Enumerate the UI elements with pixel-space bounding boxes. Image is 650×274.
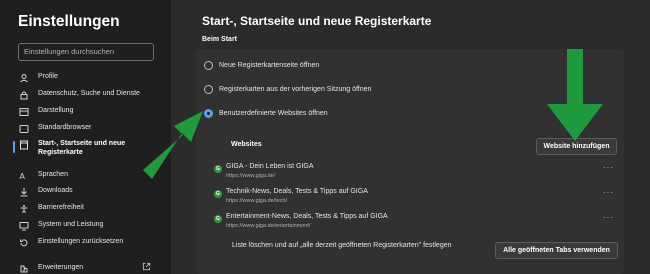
sidebar-item-label: Darstellung: [38, 107, 74, 114]
sidebar-item-privacy[interactable]: Datenschutz, Suche und Dienste: [18, 89, 140, 103]
sidebar-item-reset[interactable]: Einstellungen zurücksetzen: [18, 237, 123, 251]
sidebar-item-label: Barrierefreiheit: [38, 204, 84, 211]
site-url: https://www.giga.de/tech/: [226, 198, 288, 204]
sidebar-item-label: Datenschutz, Suche und Dienste: [38, 90, 140, 97]
websites-heading: Websites: [231, 141, 262, 148]
start-page-icon: [18, 139, 29, 150]
radio-button[interactable]: [204, 61, 213, 70]
option-label: Registerkarten aus der vorherigen Sitzun…: [219, 86, 372, 93]
site-title: Entertainment-News, Deals, Tests & Tipps…: [226, 213, 388, 220]
sidebar-item-label: System und Leistung: [38, 221, 104, 228]
more-options-icon[interactable]: ···: [603, 163, 614, 172]
giga-favicon-icon: G: [214, 215, 222, 223]
sidebar-item-label: Standardbrowser: [38, 124, 92, 131]
sidebar-item-label: Downloads: [38, 187, 73, 194]
giga-favicon-icon: G: [214, 165, 222, 173]
language-icon: A: [18, 170, 29, 181]
sidebar-item-label: Einstellungen zurücksetzen: [38, 238, 124, 245]
site-row: G GIGA - Dein Leben ist GIGA https://www…: [214, 163, 614, 183]
more-options-icon[interactable]: ···: [603, 188, 614, 197]
site-url: https://www.giga.de/entertainment/: [226, 223, 311, 229]
section-heading-on-start: Beim Start: [202, 36, 238, 43]
sidebar-item-accessibility[interactable]: Barrierefreiheit: [18, 203, 84, 217]
option-previous-session[interactable]: Registerkarten aus der vorherigen Sitzun…: [204, 85, 371, 94]
download-icon: [18, 186, 29, 197]
sidebar-item-label-line2: Registerkarte: [38, 149, 83, 156]
sidebar-item-label: Sprachen: [38, 171, 68, 178]
option-label: Benutzerdefinierte Websites öffnen: [219, 110, 328, 117]
sidebar-item-label: Start-, Startseite und neue: [38, 140, 126, 147]
more-options-icon[interactable]: ···: [603, 213, 614, 222]
settings-main: Start-, Startseite und neue Registerkart…: [171, 0, 650, 274]
extensions-icon: [18, 263, 29, 274]
site-row: G Entertainment-News, Deals, Tests & Tip…: [214, 213, 614, 233]
reset-icon: [18, 237, 29, 248]
appearance-icon: [18, 106, 29, 117]
active-indicator: [13, 141, 15, 153]
radio-button[interactable]: [204, 85, 213, 94]
option-custom-websites[interactable]: Benutzerdefinierte Websites öffnen: [204, 109, 328, 118]
option-label: Neue Registerkartenseite öffnen: [219, 62, 320, 69]
startup-card: Neue Registerkartenseite öffnen Register…: [196, 49, 624, 274]
sidebar-item-default-browser[interactable]: Standardbrowser: [18, 123, 91, 137]
add-website-button[interactable]: Website hinzufügen: [536, 138, 617, 155]
sidebar-item-extensions[interactable]: Erweiterungen: [18, 263, 83, 274]
sidebar-item-start-page[interactable]: Start-, Startseite und neue Registerkarte: [18, 139, 125, 159]
sidebar-item-label: Erweiterungen: [38, 264, 84, 271]
site-row: G Technik-News, Deals, Tests & Tipps auf…: [214, 188, 614, 208]
site-title: Technik-News, Deals, Tests & Tipps auf G…: [226, 188, 368, 195]
browser-icon: [18, 123, 29, 134]
sidebar-item-downloads[interactable]: Downloads: [18, 186, 73, 200]
settings-title: Einstellungen: [18, 13, 120, 30]
settings-search-input[interactable]: Einstellungen durchsuchen: [18, 43, 154, 61]
lock-icon: [18, 89, 29, 100]
external-link-icon[interactable]: [142, 262, 151, 271]
use-open-tabs-description: Liste löschen und auf „alle derzeit geöf…: [232, 242, 452, 249]
radio-button-checked[interactable]: [204, 109, 213, 118]
settings-sidebar: Einstellungen Einstellungen durchsuchen …: [0, 0, 171, 274]
sidebar-item-profile[interactable]: Profile: [18, 72, 58, 86]
accessibility-icon: [18, 203, 29, 214]
page-title: Start-, Startseite und neue Registerkart…: [202, 14, 432, 28]
sidebar-item-system[interactable]: System und Leistung: [18, 220, 103, 234]
site-url: https://www.giga.de/: [226, 173, 276, 179]
svg-text:A: A: [19, 172, 25, 181]
profile-icon: [18, 72, 29, 83]
system-icon: [18, 220, 29, 231]
sidebar-item-appearance[interactable]: Darstellung: [18, 106, 73, 120]
sidebar-item-languages[interactable]: A Sprachen: [18, 170, 68, 184]
site-title: GIGA - Dein Leben ist GIGA: [226, 163, 314, 170]
sidebar-item-label: Profile: [38, 73, 58, 80]
option-new-tab[interactable]: Neue Registerkartenseite öffnen: [204, 61, 319, 70]
giga-favicon-icon: G: [214, 190, 222, 198]
use-all-open-tabs-button[interactable]: Alle geöffneten Tabs verwenden: [495, 242, 618, 259]
